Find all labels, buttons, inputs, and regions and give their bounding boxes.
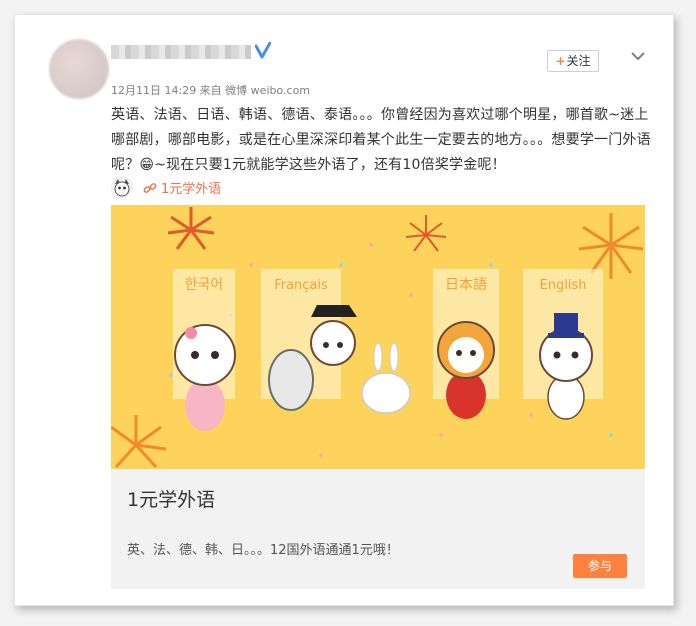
follow-button[interactable]: +关注	[547, 50, 599, 72]
link-row: 1元学外语	[111, 176, 221, 198]
lang-label-korean: 한국어	[185, 277, 224, 293]
username-blurred[interactable]	[111, 45, 251, 59]
link-text[interactable]: 1元学外语	[161, 178, 221, 197]
verified-badge-icon	[254, 41, 272, 60]
small-avatar[interactable]	[111, 176, 133, 198]
plus-icon: +	[555, 54, 566, 68]
chevron-down-icon[interactable]	[629, 47, 647, 65]
media-description: 英、法、德、韩、日。。。12国外语通通1元哦！	[127, 543, 399, 558]
lang-label-japanese: 日本語	[445, 277, 487, 293]
avatar[interactable]	[49, 39, 109, 99]
post-meta: 12月11日 14:29 来自 微博 weibo.com	[111, 84, 311, 97]
post-text: 英语、法语、日语、韩语、德语、泰语。。。你曾经因为喜欢过哪个明星，哪首歌~迷上哪…	[111, 107, 651, 173]
weibo-post-card: 12月11日 14:29 来自 微博 weibo.com +关注 英语、法语、日…	[14, 14, 674, 606]
link-icon	[143, 180, 157, 194]
media-title[interactable]: 1元学外语	[127, 485, 215, 512]
join-button[interactable]: 参与	[573, 554, 627, 578]
promo-banner: 한국어 Français 日本語 English	[111, 205, 645, 469]
lang-label-english: English	[540, 278, 587, 293]
media-card[interactable]: 한국어 Français 日本語 English 1元学外语 英、法、德、韩、日…	[111, 205, 645, 589]
follow-label: 关注	[566, 54, 591, 68]
banner-illustration: 한국어 Français 日本語 English	[111, 205, 645, 469]
lang-label-french: Français	[274, 278, 328, 293]
